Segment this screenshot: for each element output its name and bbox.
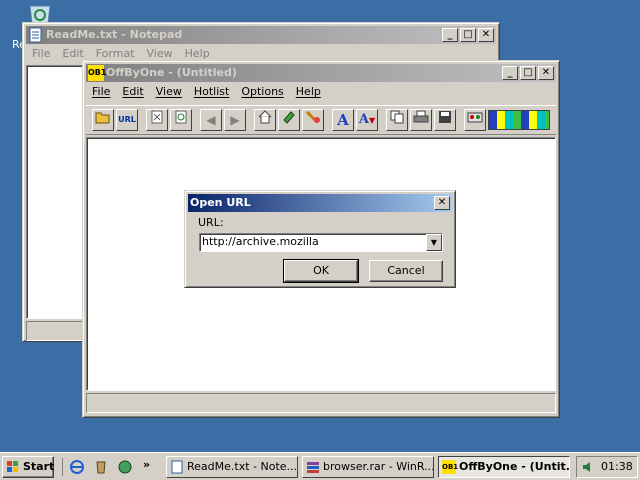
url-input[interactable]: http://archive.mozilla (202, 235, 319, 248)
notepad-statusbar (26, 321, 86, 341)
offbyone-toolbar: URL ◀ ▶ A A▼ (86, 105, 556, 135)
task-notepad[interactable]: ReadMe.txt - Note... (166, 456, 298, 478)
home-icon (258, 110, 272, 124)
stop-icon (151, 110, 163, 124)
quick-launch-chevron[interactable]: » (143, 458, 150, 471)
notepad-menu-file[interactable]: File (26, 45, 56, 63)
ok-button-label: OK (313, 264, 329, 277)
offbyone-menu-help[interactable]: Help (290, 83, 327, 101)
hotlist-button[interactable] (302, 109, 324, 131)
font-size-up-button[interactable]: A (332, 109, 354, 131)
offbyone-menu-file[interactable]: File (86, 83, 116, 101)
notepad-icon (29, 27, 42, 43)
font-size-up-icon: A (337, 111, 349, 129)
save-button[interactable] (434, 109, 456, 131)
task-winrar-label: browser.rar - WinR... (323, 460, 434, 473)
ie-icon[interactable] (69, 459, 85, 475)
notepad-maximize-button[interactable]: □ (460, 28, 476, 42)
copy-icon (390, 110, 404, 124)
offbyone-minimize-button[interactable]: _ (502, 66, 518, 80)
task-winrar[interactable]: browser.rar - WinR... (302, 456, 434, 478)
cancel-button[interactable]: Cancel (369, 260, 443, 282)
settings-button[interactable] (464, 109, 486, 131)
font-size-down-button[interactable]: A▼ (356, 109, 378, 131)
print-icon (413, 110, 429, 123)
settings-icon (467, 112, 483, 123)
offbyone-menu-options[interactable]: Options (235, 83, 289, 101)
tray-clock[interactable]: 01:38 (601, 460, 633, 473)
task-offbyone[interactable]: OB1 OffByOne - (Untit... (438, 456, 570, 478)
offbyone-titlebar[interactable]: OB1 OffByOne - (Untitled) _ □ ✕ (86, 64, 556, 82)
offbyone-task-icon: OB1 (442, 460, 458, 474)
bookmark-button[interactable] (278, 109, 300, 131)
forward-button[interactable]: ▶ (224, 109, 246, 131)
task-offbyone-label: OffByOne - (Untit... (459, 460, 570, 473)
url-icon: URL (118, 115, 136, 124)
open-url-dialog[interactable]: Open URL ✕ URL: http://archive.mozilla ▼… (184, 190, 456, 288)
offbyone-title: OffByOne - (Untitled) (106, 66, 237, 79)
notepad-text-area[interactable] (26, 65, 86, 319)
save-icon (439, 111, 451, 123)
stop-button[interactable] (146, 109, 168, 131)
ok-button[interactable]: OK (283, 259, 359, 283)
notepad-titlebar[interactable]: ReadMe.txt - Notepad _ □ ✕ (26, 26, 496, 44)
dialog-title: Open URL (190, 196, 251, 209)
offbyone-menu-hotlist[interactable]: Hotlist (188, 83, 235, 101)
network-icon[interactable] (117, 459, 133, 475)
notepad-minimize-button[interactable]: _ (442, 28, 458, 42)
start-button[interactable]: Start (2, 456, 54, 478)
taskbar: Start » ReadMe.txt - Note... browser.rar… (0, 452, 640, 480)
notepad-close-button[interactable]: ✕ (478, 28, 494, 42)
offbyone-menubar: File Edit View Hotlist Options Help (86, 83, 556, 101)
home-button[interactable] (254, 109, 276, 131)
copy-button[interactable] (386, 109, 408, 131)
back-button[interactable]: ◀ (200, 109, 222, 131)
dialog-close-button[interactable]: ✕ (434, 196, 450, 210)
winrar-task-icon (307, 462, 319, 473)
windows-logo-icon (7, 461, 18, 472)
quick-launch: » (62, 458, 158, 476)
notepad-title: ReadMe.txt - Notepad (46, 28, 183, 41)
url-combobox[interactable]: http://archive.mozilla ▼ (199, 233, 443, 252)
offbyone-menu-view[interactable]: View (150, 83, 188, 101)
reload-button[interactable] (170, 109, 192, 131)
tray-volume-icon[interactable] (581, 460, 595, 474)
start-label: Start (23, 460, 55, 473)
font-size-down-icon: A (358, 112, 369, 127)
task-notepad-label: ReadMe.txt - Note... (187, 460, 298, 473)
notepad-task-icon (171, 460, 183, 474)
arrow-down-icon: ▼ (368, 115, 376, 125)
open-url-button[interactable]: URL (116, 109, 138, 131)
system-tray: 01:38 (576, 456, 638, 478)
offbyone-app-icon: OB1 (88, 65, 106, 81)
offbyone-statusbar (86, 393, 556, 413)
bookmark-icon (283, 111, 295, 124)
dialog-titlebar[interactable]: Open URL ✕ (188, 194, 452, 212)
offbyone-menu-edit[interactable]: Edit (116, 83, 149, 101)
reload-icon (175, 110, 187, 124)
offbyone-close-button[interactable]: ✕ (538, 66, 554, 80)
trash-bin-icon[interactable] (93, 459, 109, 475)
print-button[interactable] (410, 109, 432, 131)
open-file-button[interactable] (92, 109, 114, 131)
offbyone-maximize-button[interactable]: □ (520, 66, 536, 80)
hotlist-icon (305, 110, 320, 124)
color-palette-button[interactable] (488, 110, 550, 130)
open-file-icon (95, 112, 110, 124)
url-dropdown-button[interactable]: ▼ (426, 234, 442, 251)
url-label: URL: (198, 216, 224, 229)
cancel-button-label: Cancel (387, 264, 425, 277)
